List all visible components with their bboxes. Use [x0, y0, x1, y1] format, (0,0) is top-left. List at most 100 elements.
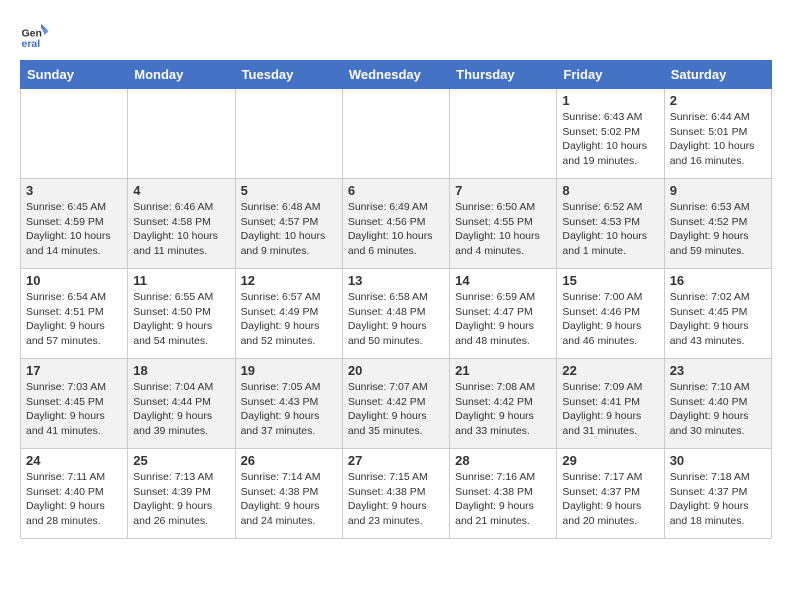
calendar-cell: 4 Sunrise: 6:46 AM Sunset: 4:58 PM Daylig…: [128, 179, 235, 269]
week-row-2: 10 Sunrise: 6:54 AM Sunset: 4:51 PM Dayli…: [21, 269, 772, 359]
calendar-cell: [342, 89, 449, 179]
calendar-cell: 8 Sunrise: 6:52 AM Sunset: 4:53 PM Daylig…: [557, 179, 664, 269]
day-number: 17: [26, 363, 122, 378]
calendar-cell: 12Sunrise: 6:57 AM Sunset: 4:49 PM Dayli…: [235, 269, 342, 359]
calendar-cell: 11 Sunrise: 6:55 AM Sunset: 4:50 PM Dayli…: [128, 269, 235, 359]
weekday-header-sunday: Sunday: [21, 61, 128, 89]
day-info: Sunrise: 6:53 AM Sunset: 4:52 PM Dayligh…: [670, 200, 766, 259]
day-info: Sunrise: 6:44 AM Sunset: 5:01 PM Dayligh…: [670, 110, 766, 169]
day-number: 16: [670, 273, 766, 288]
calendar-cell: 9 Sunrise: 6:53 AM Sunset: 4:52 PM Daylig…: [664, 179, 771, 269]
day-info: Sunrise: 6:43 AM Sunset: 5:02 PM Dayligh…: [562, 110, 658, 169]
day-info: Sunrise: 6:49 AM Sunset: 4:56 PM Dayligh…: [348, 200, 444, 259]
day-number: 18: [133, 363, 229, 378]
calendar-cell: 21 Sunrise: 7:08 AM Sunset: 4:42 PM Dayli…: [450, 359, 557, 449]
weekday-header-row: SundayMondayTuesdayWednesdayThursdayFrid…: [21, 61, 772, 89]
day-info: Sunrise: 7:18 AM Sunset: 4:37 PM Dayligh…: [670, 470, 766, 529]
day-number: 14: [455, 273, 551, 288]
day-info: Sunrise: 6:58 AM Sunset: 4:48 PM Dayligh…: [348, 290, 444, 349]
day-info: Sunrise: 7:07 AM Sunset: 4:42 PM Dayligh…: [348, 380, 444, 439]
day-number: 9: [670, 183, 766, 198]
day-info: Sunrise: 6:45 AM Sunset: 4:59 PM Dayligh…: [26, 200, 122, 259]
weekday-header-saturday: Saturday: [664, 61, 771, 89]
calendar-cell: 1 Sunrise: 6:43 AM Sunset: 5:02 PM Daylig…: [557, 89, 664, 179]
calendar-cell: 27 Sunrise: 7:15 AM Sunset: 4:38 PM Dayli…: [342, 449, 449, 539]
day-info: Sunrise: 6:57 AM Sunset: 4:49 PM Dayligh…: [241, 290, 337, 349]
day-info: Sunrise: 6:50 AM Sunset: 4:55 PM Dayligh…: [455, 200, 551, 259]
day-number: 1: [562, 93, 658, 108]
day-number: 22: [562, 363, 658, 378]
day-info: Sunrise: 7:16 AM Sunset: 4:38 PM Dayligh…: [455, 470, 551, 529]
calendar-cell: 5Sunrise: 6:48 AM Sunset: 4:57 PM Daylig…: [235, 179, 342, 269]
day-number: 20: [348, 363, 444, 378]
day-info: Sunrise: 7:17 AM Sunset: 4:37 PM Dayligh…: [562, 470, 658, 529]
calendar-cell: [21, 89, 128, 179]
day-info: Sunrise: 7:00 AM Sunset: 4:46 PM Dayligh…: [562, 290, 658, 349]
day-info: Sunrise: 6:55 AM Sunset: 4:50 PM Dayligh…: [133, 290, 229, 349]
day-info: Sunrise: 6:46 AM Sunset: 4:58 PM Dayligh…: [133, 200, 229, 259]
calendar-cell: 14Sunrise: 6:59 AM Sunset: 4:47 PM Dayli…: [450, 269, 557, 359]
week-row-0: 1 Sunrise: 6:43 AM Sunset: 5:02 PM Daylig…: [21, 89, 772, 179]
calendar-cell: [450, 89, 557, 179]
day-info: Sunrise: 7:04 AM Sunset: 4:44 PM Dayligh…: [133, 380, 229, 439]
calendar-cell: 2 Sunrise: 6:44 AM Sunset: 5:01 PM Daylig…: [664, 89, 771, 179]
calendar-cell: 22 Sunrise: 7:09 AM Sunset: 4:41 PM Dayli…: [557, 359, 664, 449]
weekday-header-friday: Friday: [557, 61, 664, 89]
week-row-1: 3 Sunrise: 6:45 AM Sunset: 4:59 PM Daylig…: [21, 179, 772, 269]
day-number: 19: [241, 363, 337, 378]
calendar-cell: 20 Sunrise: 7:07 AM Sunset: 4:42 PM Dayli…: [342, 359, 449, 449]
week-row-4: 24 Sunrise: 7:11 AM Sunset: 4:40 PM Dayli…: [21, 449, 772, 539]
day-number: 30: [670, 453, 766, 468]
calendar-cell: 18 Sunrise: 7:04 AM Sunset: 4:44 PM Dayli…: [128, 359, 235, 449]
weekday-header-thursday: Thursday: [450, 61, 557, 89]
day-info: Sunrise: 6:54 AM Sunset: 4:51 PM Dayligh…: [26, 290, 122, 349]
calendar-cell: [235, 89, 342, 179]
calendar-cell: 25 Sunrise: 7:13 AM Sunset: 4:39 PM Dayli…: [128, 449, 235, 539]
day-number: 26: [241, 453, 337, 468]
day-info: Sunrise: 7:02 AM Sunset: 4:45 PM Dayligh…: [670, 290, 766, 349]
calendar-cell: 15 Sunrise: 7:00 AM Sunset: 4:46 PM Dayli…: [557, 269, 664, 359]
logo: Gen eral: [20, 20, 54, 50]
day-number: 10: [26, 273, 122, 288]
calendar-cell: 3 Sunrise: 6:45 AM Sunset: 4:59 PM Daylig…: [21, 179, 128, 269]
day-number: 5: [241, 183, 337, 198]
calendar-cell: 29 Sunrise: 7:17 AM Sunset: 4:37 PM Dayli…: [557, 449, 664, 539]
day-number: 24: [26, 453, 122, 468]
day-number: 8: [562, 183, 658, 198]
day-info: Sunrise: 7:14 AM Sunset: 4:38 PM Dayligh…: [241, 470, 337, 529]
day-number: 11: [133, 273, 229, 288]
day-number: 25: [133, 453, 229, 468]
day-number: 4: [133, 183, 229, 198]
day-info: Sunrise: 7:09 AM Sunset: 4:41 PM Dayligh…: [562, 380, 658, 439]
calendar-cell: 30 Sunrise: 7:18 AM Sunset: 4:37 PM Dayli…: [664, 449, 771, 539]
calendar-cell: 23Sunrise: 7:10 AM Sunset: 4:40 PM Dayli…: [664, 359, 771, 449]
svg-text:eral: eral: [22, 38, 41, 50]
day-info: Sunrise: 7:15 AM Sunset: 4:38 PM Dayligh…: [348, 470, 444, 529]
calendar-cell: 24 Sunrise: 7:11 AM Sunset: 4:40 PM Dayli…: [21, 449, 128, 539]
week-row-3: 17 Sunrise: 7:03 AM Sunset: 4:45 PM Dayli…: [21, 359, 772, 449]
day-info: Sunrise: 7:10 AM Sunset: 4:40 PM Dayligh…: [670, 380, 766, 439]
day-info: Sunrise: 7:05 AM Sunset: 4:43 PM Dayligh…: [241, 380, 337, 439]
weekday-header-tuesday: Tuesday: [235, 61, 342, 89]
day-number: 29: [562, 453, 658, 468]
logo-icon: Gen eral: [20, 20, 50, 50]
day-info: Sunrise: 7:11 AM Sunset: 4:40 PM Dayligh…: [26, 470, 122, 529]
calendar-cell: 6Sunrise: 6:49 AM Sunset: 4:56 PM Daylig…: [342, 179, 449, 269]
weekday-header-monday: Monday: [128, 61, 235, 89]
calendar: SundayMondayTuesdayWednesdayThursdayFrid…: [20, 60, 772, 539]
day-info: Sunrise: 7:13 AM Sunset: 4:39 PM Dayligh…: [133, 470, 229, 529]
calendar-cell: 13Sunrise: 6:58 AM Sunset: 4:48 PM Dayli…: [342, 269, 449, 359]
day-number: 21: [455, 363, 551, 378]
day-info: Sunrise: 6:52 AM Sunset: 4:53 PM Dayligh…: [562, 200, 658, 259]
calendar-cell: 7Sunrise: 6:50 AM Sunset: 4:55 PM Daylig…: [450, 179, 557, 269]
day-number: 2: [670, 93, 766, 108]
calendar-cell: 17 Sunrise: 7:03 AM Sunset: 4:45 PM Dayli…: [21, 359, 128, 449]
calendar-cell: 26 Sunrise: 7:14 AM Sunset: 4:38 PM Dayli…: [235, 449, 342, 539]
header: Gen eral: [20, 20, 772, 50]
day-number: 3: [26, 183, 122, 198]
day-info: Sunrise: 7:03 AM Sunset: 4:45 PM Dayligh…: [26, 380, 122, 439]
calendar-cell: [128, 89, 235, 179]
day-number: 15: [562, 273, 658, 288]
day-info: Sunrise: 7:08 AM Sunset: 4:42 PM Dayligh…: [455, 380, 551, 439]
day-number: 27: [348, 453, 444, 468]
